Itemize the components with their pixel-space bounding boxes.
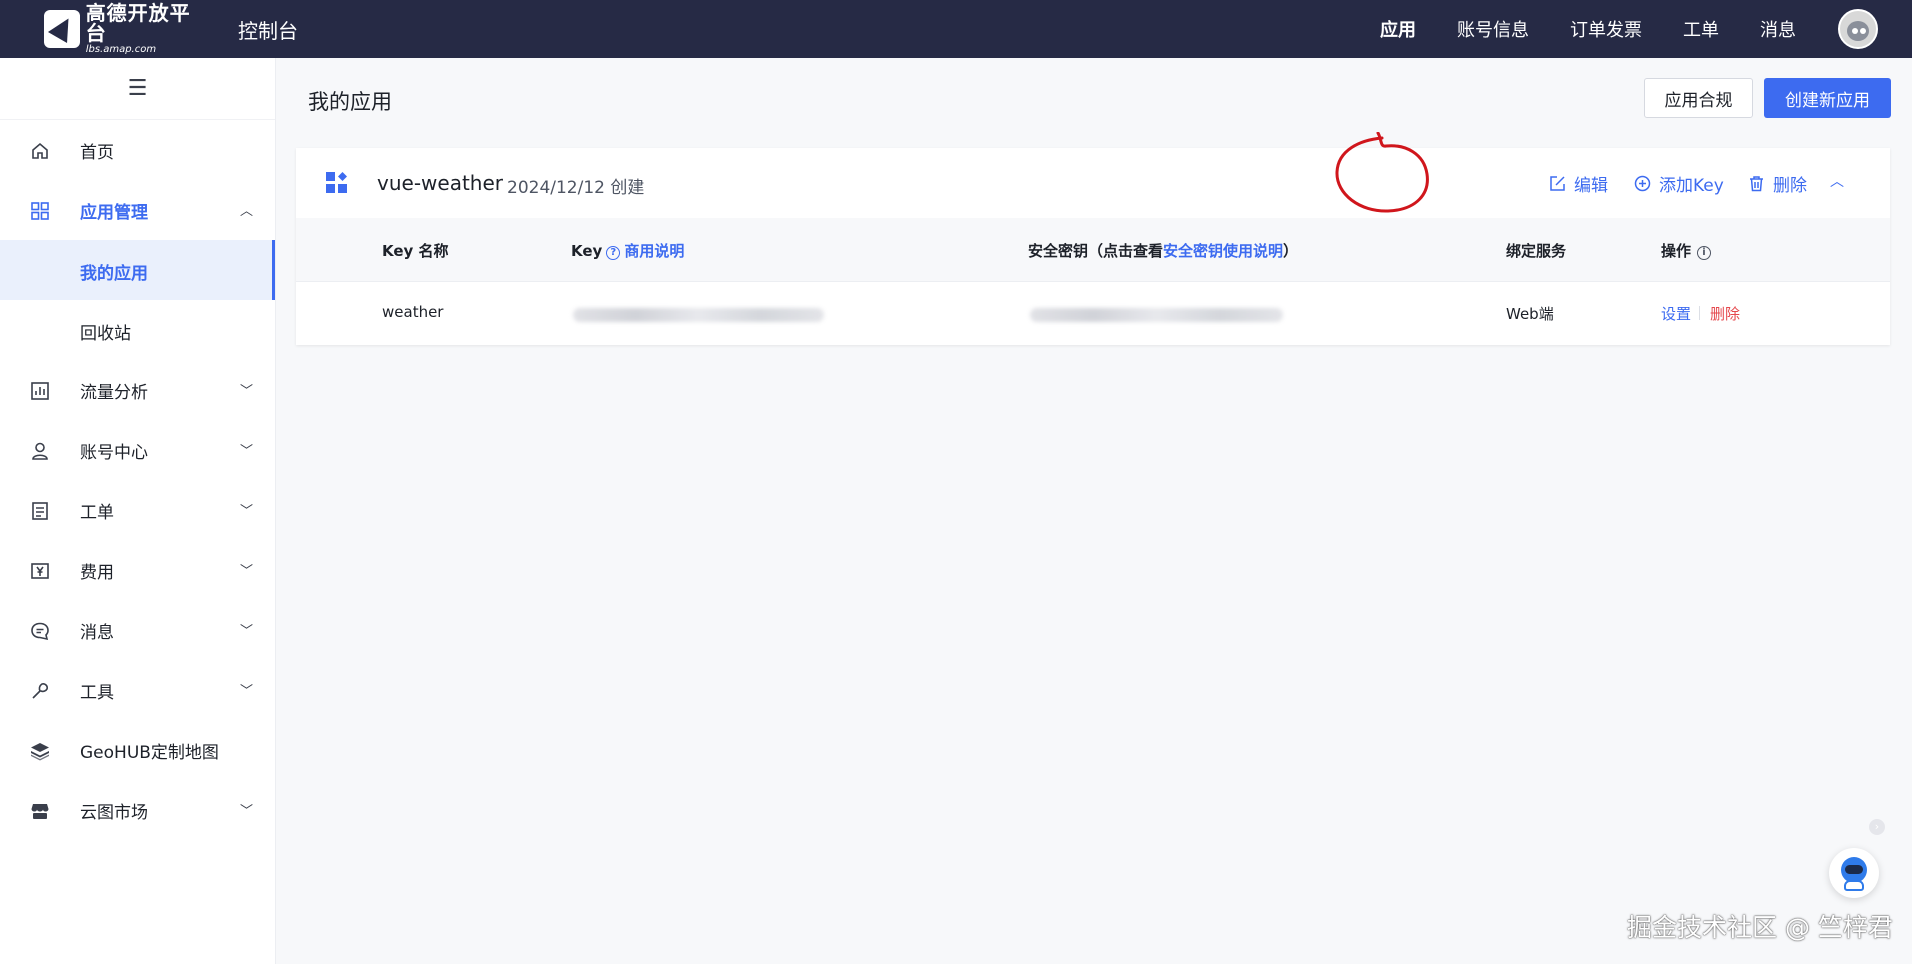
sidebar-item-label: GeoHUB定制地图 (80, 742, 219, 763)
chart-icon (30, 381, 50, 401)
message-icon (30, 621, 50, 641)
th-secret: 安全密钥（点击查看安全密钥使用说明） (1028, 242, 1299, 260)
sidebar-item-messages[interactable]: 消息 ﹀ (0, 600, 275, 660)
page-title: 我的应用 (308, 90, 392, 114)
sidebar: ☰ 首页 应用管理 ︿ 我的应用 回收站 流量分析 ﹀ 账号中心 ﹀ 工单 ﹀ … (0, 58, 276, 964)
sidebar-item-label: 流量分析 (80, 382, 148, 403)
sidebar-item-recycle-bin[interactable]: 回收站 (0, 300, 275, 360)
sidebar-item-tickets[interactable]: 工单 ﹀ (0, 480, 275, 540)
nav-messages[interactable]: 消息 (1760, 16, 1796, 42)
create-app-button[interactable]: 创建新应用 (1764, 78, 1891, 118)
home-icon (30, 141, 50, 161)
delete-label: 删除 (1773, 176, 1807, 196)
app-compliance-button[interactable]: 应用合规 (1644, 78, 1753, 118)
sidebar-item-label: 工具 (80, 682, 114, 703)
chevron-down-icon: ﹀ (239, 504, 253, 519)
sidebar-item-account-center[interactable]: 账号中心 ﹀ (0, 420, 275, 480)
store-icon (30, 801, 50, 821)
help-icon[interactable]: ? (606, 246, 621, 260)
edit-app-button[interactable]: 编辑 (1549, 171, 1608, 196)
sidebar-item-label: 工单 (80, 502, 114, 523)
th-key-name: Key 名称 (382, 242, 449, 260)
action-divider (1699, 306, 1700, 320)
logo-url: lbs.amap.com (85, 44, 157, 55)
app-card-header: vue-weather 2024/12/12 创建 编辑 添加Key 删除 ︿ (296, 148, 1890, 218)
sidebar-item-my-apps[interactable]: 我的应用 (0, 240, 275, 300)
nav-apps[interactable]: 应用 (1380, 16, 1416, 42)
sidebar-item-cloud-market[interactable]: 云图市场 ﹀ (0, 780, 275, 840)
amap-logo-icon (44, 10, 80, 48)
th-key: Key? 商用说明 (571, 242, 685, 260)
app-card: vue-weather 2024/12/12 创建 编辑 添加Key 删除 ︿ … (296, 148, 1890, 345)
chevron-down-icon: ﹀ (239, 384, 253, 399)
app-icon (326, 172, 347, 193)
sidebar-item-traffic-analysis[interactable]: 流量分析 ﹀ (0, 360, 275, 420)
user-avatar[interactable] (1838, 9, 1878, 49)
key-name-cell: weather (382, 303, 444, 321)
sidebar-item-label: 首页 (80, 142, 114, 163)
logo-name: 高德开放平台 (85, 1, 191, 45)
sidebar-item-geohub[interactable]: GeoHUB定制地图 (0, 720, 275, 780)
key-value-redacted (573, 308, 824, 322)
key-table-header: Key 名称 Key? 商用说明 安全密钥（点击查看安全密钥使用说明） 绑定服务 … (296, 218, 1890, 282)
info-icon[interactable]: i (1697, 246, 1712, 260)
chevron-down-icon: ﹀ (239, 444, 253, 459)
nav-account-info[interactable]: 账号信息 (1457, 16, 1529, 42)
th-service: 绑定服务 (1506, 242, 1567, 260)
sidebar-item-label: 云图市场 (80, 802, 148, 823)
sidebar-item-label: 我的应用 (80, 264, 148, 284)
add-key-button[interactable]: 添加Key (1634, 171, 1724, 196)
key-settings-link[interactable]: 设置 (1661, 303, 1691, 324)
service-cell: Web端 (1506, 305, 1554, 323)
chevron-down-icon: ﹀ (239, 684, 253, 699)
sidebar-item-app-management[interactable]: 应用管理 ︿ (0, 180, 275, 240)
close-icon[interactable]: › (1869, 819, 1885, 835)
layers-icon (30, 741, 50, 761)
secret-usage-link[interactable]: 安全密钥使用说明 (1163, 242, 1283, 260)
watermark: 掘金技术社区 @ 竺梓君 (1627, 913, 1893, 942)
delete-app-button[interactable]: 删除 (1748, 171, 1807, 196)
app-created-date: 2024/12/12 创建 (507, 178, 645, 198)
key-delete-link[interactable]: 删除 (1710, 303, 1740, 324)
ticket-icon (30, 501, 50, 521)
grid-icon (30, 201, 50, 221)
plus-circle-icon (1634, 175, 1651, 192)
sidebar-item-label: 回收站 (80, 324, 131, 344)
chevron-down-icon: ﹀ (239, 624, 253, 639)
wrench-icon (30, 681, 50, 701)
console-title[interactable]: 控制台 (238, 15, 298, 44)
nav-tickets[interactable]: 工单 (1683, 16, 1719, 42)
top-navbar: 高德开放平台 lbs.amap.com 控制台 应用 账号信息 订单发票 工单 … (0, 0, 1912, 58)
top-nav-links: 应用 账号信息 订单发票 工单 消息 (1339, 0, 1796, 58)
user-icon (30, 441, 50, 461)
yen-icon (30, 561, 50, 581)
sidebar-item-home[interactable]: 首页 (0, 120, 275, 180)
sidebar-item-fees[interactable]: 费用 ﹀ (0, 540, 275, 600)
edit-icon (1550, 176, 1565, 191)
table-row: weather Web端 设置 删除 (296, 282, 1890, 345)
edit-label: 编辑 (1574, 176, 1608, 196)
secret-value-redacted (1030, 308, 1283, 322)
app-name: vue-weather (377, 171, 503, 195)
chevron-down-icon: ﹀ (239, 564, 253, 579)
sidebar-item-label: 费用 (80, 562, 114, 583)
trash-icon (1750, 176, 1763, 192)
sidebar-item-label: 应用管理 (80, 202, 148, 223)
chevron-down-icon: ﹀ (239, 804, 253, 819)
menu-toggle-icon[interactable]: ☰ (0, 58, 275, 120)
chevron-up-icon: ︿ (239, 204, 253, 219)
amap-logo[interactable]: 高德开放平台 lbs.amap.com (44, 3, 204, 55)
sidebar-item-label: 账号中心 (80, 442, 148, 463)
th-actions: 操作 i (1661, 240, 1712, 261)
customer-service-icon[interactable] (1829, 848, 1879, 898)
sidebar-item-label: 消息 (80, 622, 114, 643)
commercial-info-link[interactable]: 商用说明 (624, 242, 684, 260)
nav-invoices[interactable]: 订单发票 (1570, 16, 1642, 42)
sidebar-item-tools[interactable]: 工具 ﹀ (0, 660, 275, 720)
add-key-label: 添加Key (1659, 176, 1724, 196)
collapse-chevron-icon[interactable]: ︿ (1830, 171, 1844, 191)
